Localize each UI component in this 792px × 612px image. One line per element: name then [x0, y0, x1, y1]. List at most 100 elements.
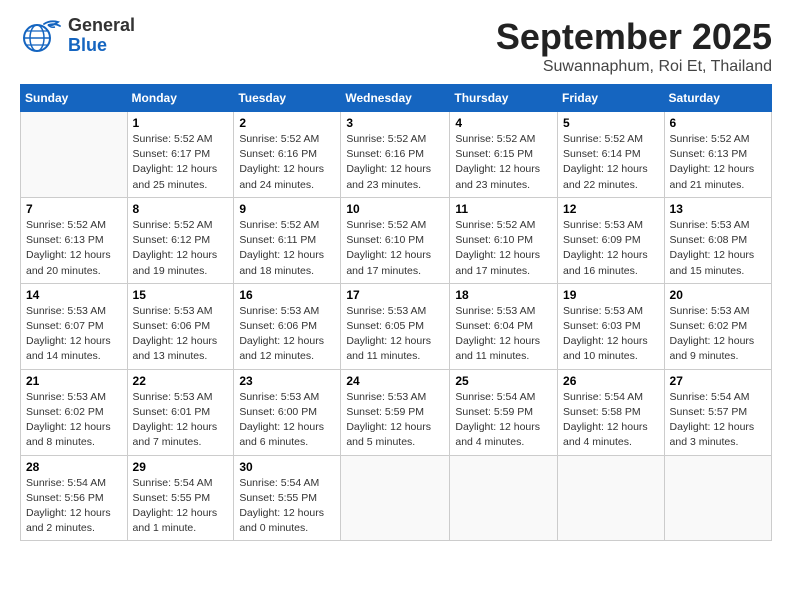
day-info: Sunrise: 5:52 AM Sunset: 6:13 PM Dayligh… [670, 132, 766, 193]
day-number: 10 [346, 202, 444, 216]
day-info: Sunrise: 5:52 AM Sunset: 6:17 PM Dayligh… [133, 132, 229, 193]
calendar-cell [664, 455, 771, 541]
day-info: Sunrise: 5:53 AM Sunset: 6:03 PM Dayligh… [563, 304, 659, 365]
day-info: Sunrise: 5:52 AM Sunset: 6:10 PM Dayligh… [455, 218, 552, 279]
logo-name-blue: Blue [68, 36, 135, 56]
calendar-cell: 8 Sunrise: 5:52 AM Sunset: 6:12 PM Daylig… [127, 197, 234, 283]
calendar-cell: 6 Sunrise: 5:52 AM Sunset: 6:13 PM Daylig… [664, 112, 771, 198]
calendar-cell: 29 Sunrise: 5:54 AM Sunset: 5:55 PM Dayli… [127, 455, 234, 541]
weekday-header-monday: Monday [127, 85, 234, 112]
day-number: 13 [670, 202, 766, 216]
day-number: 20 [670, 288, 766, 302]
day-info: Sunrise: 5:52 AM Sunset: 6:13 PM Dayligh… [26, 218, 122, 279]
day-number: 16 [239, 288, 335, 302]
day-number: 2 [239, 116, 335, 130]
calendar-cell: 23Sunrise: 5:53 AM Sunset: 6:00 PM Dayli… [234, 369, 341, 455]
day-number: 3 [346, 116, 444, 130]
logo-name-general: General [68, 16, 135, 36]
day-number: 9 [239, 202, 335, 216]
calendar-cell: 19 Sunrise: 5:53 AM Sunset: 6:03 PM Dayli… [558, 283, 665, 369]
day-info: Sunrise: 5:54 AM Sunset: 5:55 PM Dayligh… [133, 476, 229, 537]
day-info: Sunrise: 5:54 AM Sunset: 5:59 PM Dayligh… [455, 390, 552, 451]
page-header: General Blue September 2025 Suwannaphum,… [20, 16, 772, 76]
calendar-week-row-1: 1Sunrise: 5:52 AM Sunset: 6:17 PM Daylig… [21, 112, 772, 198]
calendar-cell [341, 455, 450, 541]
calendar-cell: 22 Sunrise: 5:53 AM Sunset: 6:01 PM Dayli… [127, 369, 234, 455]
calendar-table: SundayMondayTuesdayWednesdayThursdayFrid… [20, 84, 772, 541]
day-info: Sunrise: 5:52 AM Sunset: 6:12 PM Dayligh… [133, 218, 229, 279]
weekday-header-thursday: Thursday [450, 85, 558, 112]
calendar-cell: 5 Sunrise: 5:52 AM Sunset: 6:14 PM Daylig… [558, 112, 665, 198]
calendar-cell: 17 Sunrise: 5:53 AM Sunset: 6:05 PM Dayli… [341, 283, 450, 369]
calendar-week-row-2: 7 Sunrise: 5:52 AM Sunset: 6:13 PM Daylig… [21, 197, 772, 283]
day-number: 12 [563, 202, 659, 216]
calendar-cell [21, 112, 128, 198]
calendar-week-row-3: 14 Sunrise: 5:53 AM Sunset: 6:07 PM Dayli… [21, 283, 772, 369]
day-info: Sunrise: 5:52 AM Sunset: 6:14 PM Dayligh… [563, 132, 659, 193]
day-info: Sunrise: 5:52 AM Sunset: 6:16 PM Dayligh… [346, 132, 444, 193]
weekday-header-saturday: Saturday [664, 85, 771, 112]
day-number: 30 [239, 460, 335, 474]
weekday-header-sunday: Sunday [21, 85, 128, 112]
calendar-cell: 26 Sunrise: 5:54 AM Sunset: 5:58 PM Dayli… [558, 369, 665, 455]
day-info: Sunrise: 5:53 AM Sunset: 6:01 PM Dayligh… [133, 390, 229, 451]
calendar-cell [450, 455, 558, 541]
day-number: 6 [670, 116, 766, 130]
day-info: Sunrise: 5:53 AM Sunset: 6:06 PM Dayligh… [133, 304, 229, 365]
calendar-cell: 24Sunrise: 5:53 AM Sunset: 5:59 PM Dayli… [341, 369, 450, 455]
calendar-cell: 16Sunrise: 5:53 AM Sunset: 6:06 PM Dayli… [234, 283, 341, 369]
calendar-cell: 15 Sunrise: 5:53 AM Sunset: 6:06 PM Dayli… [127, 283, 234, 369]
day-info: Sunrise: 5:53 AM Sunset: 6:07 PM Dayligh… [26, 304, 122, 365]
calendar-week-row-5: 28 Sunrise: 5:54 AM Sunset: 5:56 PM Dayli… [21, 455, 772, 541]
day-number: 21 [26, 374, 122, 388]
calendar-cell: 10 Sunrise: 5:52 AM Sunset: 6:10 PM Dayli… [341, 197, 450, 283]
day-info: Sunrise: 5:53 AM Sunset: 6:02 PM Dayligh… [26, 390, 122, 451]
day-number: 28 [26, 460, 122, 474]
weekday-header-friday: Friday [558, 85, 665, 112]
day-number: 17 [346, 288, 444, 302]
logo: General Blue [20, 16, 135, 56]
weekday-header-row: SundayMondayTuesdayWednesdayThursdayFrid… [21, 85, 772, 112]
day-info: Sunrise: 5:54 AM Sunset: 5:58 PM Dayligh… [563, 390, 659, 451]
day-number: 4 [455, 116, 552, 130]
day-info: Sunrise: 5:52 AM Sunset: 6:16 PM Dayligh… [239, 132, 335, 193]
day-info: Sunrise: 5:53 AM Sunset: 6:08 PM Dayligh… [670, 218, 766, 279]
day-info: Sunrise: 5:54 AM Sunset: 5:57 PM Dayligh… [670, 390, 766, 451]
day-number: 26 [563, 374, 659, 388]
day-number: 24 [346, 374, 444, 388]
calendar-cell: 14 Sunrise: 5:53 AM Sunset: 6:07 PM Dayli… [21, 283, 128, 369]
day-number: 5 [563, 116, 659, 130]
calendar-cell: 30Sunrise: 5:54 AM Sunset: 5:55 PM Dayli… [234, 455, 341, 541]
title-block: September 2025 Suwannaphum, Roi Et, Thai… [496, 16, 772, 76]
day-number: 25 [455, 374, 552, 388]
calendar-cell: 25 Sunrise: 5:54 AM Sunset: 5:59 PM Dayli… [450, 369, 558, 455]
day-info: Sunrise: 5:52 AM Sunset: 6:10 PM Dayligh… [346, 218, 444, 279]
calendar-cell: 1Sunrise: 5:52 AM Sunset: 6:17 PM Daylig… [127, 112, 234, 198]
weekday-header-tuesday: Tuesday [234, 85, 341, 112]
calendar-cell: 7 Sunrise: 5:52 AM Sunset: 6:13 PM Daylig… [21, 197, 128, 283]
calendar-cell: 4 Sunrise: 5:52 AM Sunset: 6:15 PM Daylig… [450, 112, 558, 198]
logo-icon [20, 18, 64, 54]
day-number: 22 [133, 374, 229, 388]
calendar-cell: 28 Sunrise: 5:54 AM Sunset: 5:56 PM Dayli… [21, 455, 128, 541]
day-info: Sunrise: 5:53 AM Sunset: 6:02 PM Dayligh… [670, 304, 766, 365]
day-number: 19 [563, 288, 659, 302]
calendar-cell: 12Sunrise: 5:53 AM Sunset: 6:09 PM Dayli… [558, 197, 665, 283]
day-number: 29 [133, 460, 229, 474]
calendar-cell: 3 Sunrise: 5:52 AM Sunset: 6:16 PM Daylig… [341, 112, 450, 198]
calendar-week-row-4: 21 Sunrise: 5:53 AM Sunset: 6:02 PM Dayli… [21, 369, 772, 455]
day-info: Sunrise: 5:54 AM Sunset: 5:56 PM Dayligh… [26, 476, 122, 537]
calendar-cell: 21 Sunrise: 5:53 AM Sunset: 6:02 PM Dayli… [21, 369, 128, 455]
day-number: 14 [26, 288, 122, 302]
calendar-cell: 27Sunrise: 5:54 AM Sunset: 5:57 PM Dayli… [664, 369, 771, 455]
calendar-cell: 18Sunrise: 5:53 AM Sunset: 6:04 PM Dayli… [450, 283, 558, 369]
day-info: Sunrise: 5:52 AM Sunset: 6:15 PM Dayligh… [455, 132, 552, 193]
day-number: 15 [133, 288, 229, 302]
month-title: September 2025 [496, 16, 772, 58]
day-number: 7 [26, 202, 122, 216]
calendar-cell: 20 Sunrise: 5:53 AM Sunset: 6:02 PM Dayli… [664, 283, 771, 369]
day-number: 8 [133, 202, 229, 216]
calendar-cell: 2 Sunrise: 5:52 AM Sunset: 6:16 PM Daylig… [234, 112, 341, 198]
day-info: Sunrise: 5:53 AM Sunset: 6:05 PM Dayligh… [346, 304, 444, 365]
calendar-cell: 11Sunrise: 5:52 AM Sunset: 6:10 PM Dayli… [450, 197, 558, 283]
